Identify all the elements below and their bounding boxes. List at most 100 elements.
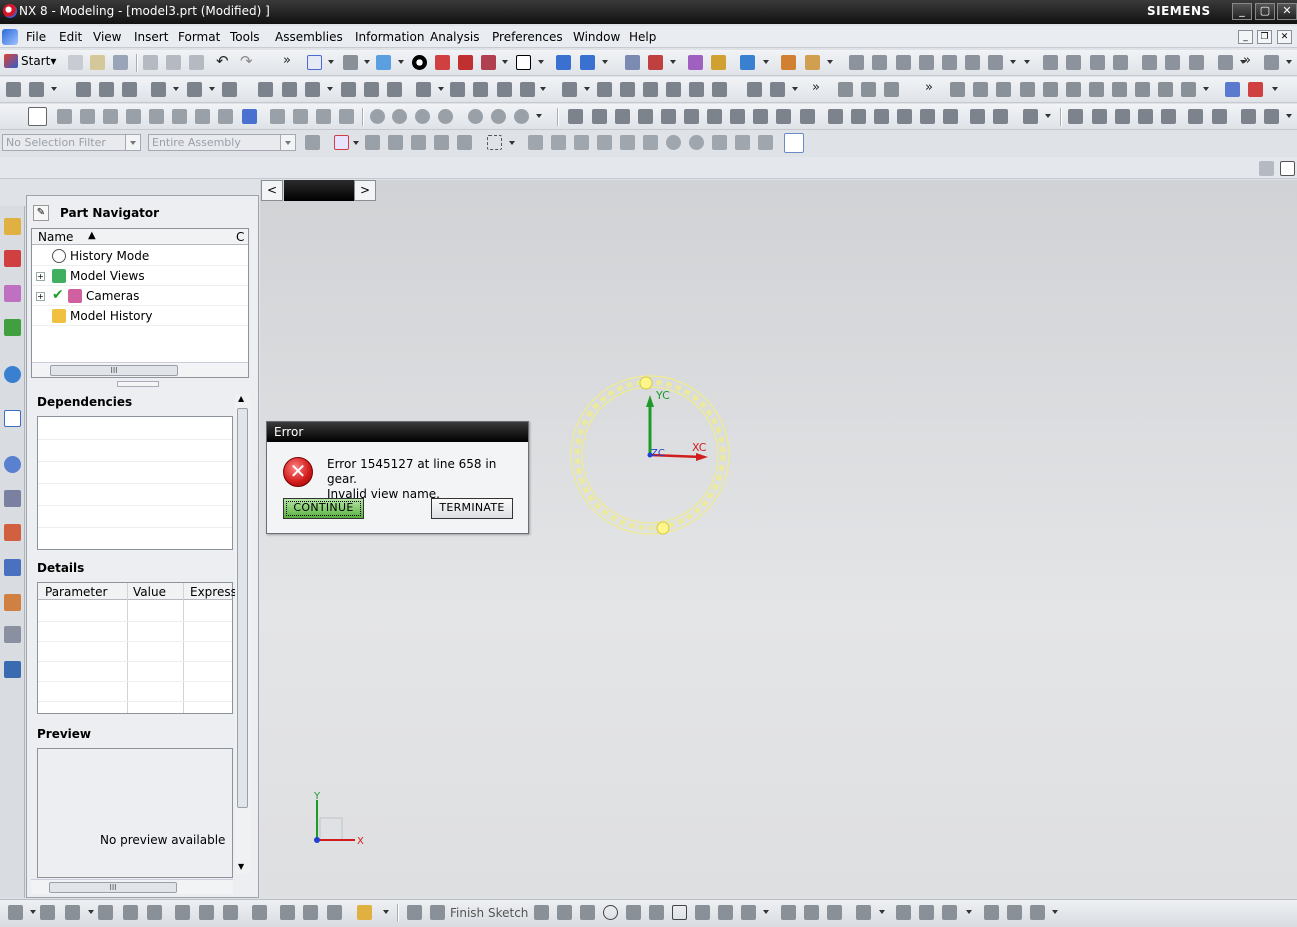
minimize-button[interactable]: _ (1232, 3, 1252, 20)
surface-3-icon[interactable] (896, 55, 911, 70)
section-curve-icon[interactable] (1158, 82, 1173, 97)
point-a-icon[interactable] (370, 109, 385, 124)
dim-h-icon[interactable] (730, 109, 745, 124)
bt-n-icon[interactable] (357, 905, 372, 920)
sel-a-icon[interactable] (365, 135, 380, 150)
save-icon[interactable] (113, 55, 128, 70)
layer-icon[interactable] (516, 55, 531, 70)
point-d-icon[interactable] (438, 109, 453, 124)
sel-d-icon[interactable] (434, 135, 449, 150)
history-icon[interactable] (4, 410, 21, 427)
snap-toggle-icon[interactable] (334, 135, 349, 150)
edit-g-icon[interactable] (195, 109, 210, 124)
curve-c-icon[interactable] (884, 82, 899, 97)
dim-d-icon[interactable] (638, 109, 653, 124)
snap-pole-icon[interactable] (758, 135, 773, 150)
bt-b-icon[interactable] (40, 905, 55, 920)
nx-app-icon[interactable] (3, 4, 17, 18)
snap-arc-center-icon[interactable] (620, 135, 635, 150)
feat-b-icon[interactable] (597, 82, 612, 97)
dim-q-icon[interactable] (943, 109, 958, 124)
tab-next-button[interactable]: > (354, 180, 376, 201)
part-tab[interactable] (284, 180, 354, 201)
column-name[interactable]: Name (38, 230, 73, 244)
sk-line-icon[interactable] (557, 905, 572, 920)
draft-icon[interactable] (282, 82, 297, 97)
line-icon[interactable] (950, 82, 965, 97)
menu-format[interactable]: Format (178, 30, 220, 44)
web-browser-icon[interactable] (4, 366, 21, 383)
edit-b-icon[interactable] (80, 109, 95, 124)
trim-body-icon[interactable] (305, 82, 320, 97)
edit-d-icon[interactable] (126, 109, 141, 124)
sel-c-icon[interactable] (411, 135, 426, 150)
edit-c-icon[interactable] (103, 109, 118, 124)
dim-s-icon[interactable] (993, 109, 1008, 124)
asm-i-icon[interactable] (1264, 109, 1279, 124)
snap-point-on-face-icon[interactable] (712, 135, 727, 150)
column-value[interactable]: Value (133, 585, 166, 599)
profile-icon[interactable] (534, 905, 549, 920)
background-icon[interactable] (412, 55, 427, 70)
ruler-icon[interactable] (781, 55, 796, 70)
feat-g-icon[interactable] (712, 82, 727, 97)
edit-f-icon[interactable] (172, 109, 187, 124)
menu-file[interactable]: File (26, 30, 46, 44)
tree-item-cameras[interactable]: + ✔ Cameras (32, 286, 248, 306)
menu-tools[interactable]: Tools (230, 30, 260, 44)
fit-view-icon[interactable] (307, 55, 322, 70)
sk-arc-icon[interactable] (580, 905, 595, 920)
details-title[interactable]: Details (37, 561, 84, 575)
dim-a-icon[interactable] (568, 109, 583, 124)
feat-c-icon[interactable] (620, 82, 635, 97)
edit-a-icon[interactable] (57, 109, 72, 124)
bt-k-icon[interactable] (280, 905, 295, 920)
curve-b-icon[interactable] (861, 82, 876, 97)
sheet-icon[interactable] (1043, 55, 1058, 70)
snap-mid-icon[interactable] (551, 135, 566, 150)
sketch-2-icon[interactable] (29, 82, 44, 97)
bt-c-icon[interactable] (65, 905, 80, 920)
project-curve-icon[interactable] (1112, 82, 1127, 97)
view-cube-icon[interactable] (784, 133, 804, 153)
dim-c-icon[interactable] (615, 109, 630, 124)
sync-icon[interactable] (416, 82, 431, 97)
hole-icon[interactable] (122, 82, 137, 97)
user-roles-icon[interactable] (4, 594, 21, 611)
feat-f-icon[interactable] (689, 82, 704, 97)
dim-j-icon[interactable] (776, 109, 791, 124)
snap-quadrant-icon[interactable] (643, 135, 658, 150)
system-materials-icon[interactable] (4, 559, 21, 576)
asm-b-icon[interactable] (1092, 109, 1107, 124)
assembly-navigator-icon[interactable] (4, 218, 21, 235)
point-e-icon[interactable] (468, 109, 483, 124)
drafting-icon[interactable] (1218, 55, 1233, 70)
dim-l-icon[interactable] (828, 109, 843, 124)
move-face-icon[interactable] (450, 82, 465, 97)
graphics-window[interactable] (260, 180, 1297, 898)
menu-view[interactable]: View (93, 30, 121, 44)
edit-j-icon[interactable] (270, 109, 285, 124)
checkmark-icon[interactable]: ✔ (52, 287, 64, 303)
bridge-curve-icon[interactable] (1089, 82, 1104, 97)
wcs-dynamics-icon[interactable] (580, 55, 595, 70)
layout-icon[interactable] (1259, 161, 1274, 176)
surface-2-icon[interactable] (872, 55, 887, 70)
section-view-icon[interactable] (481, 55, 496, 70)
bt-l-icon[interactable] (303, 905, 318, 920)
reuse-library-icon[interactable] (4, 319, 21, 336)
feat-h-icon[interactable] (747, 82, 762, 97)
asm-e-icon[interactable] (1161, 109, 1176, 124)
cut-icon[interactable] (143, 55, 158, 70)
assembly-icon[interactable] (1142, 55, 1157, 70)
asm-f-icon[interactable] (1188, 109, 1203, 124)
mdi-restore-button[interactable]: ❐ (1257, 30, 1272, 44)
pin-icon[interactable]: ✎ (33, 205, 49, 221)
sk-dim-3-icon[interactable] (942, 905, 957, 920)
menu-information[interactable]: Information (355, 30, 424, 44)
maximize-button[interactable]: ▢ (1255, 3, 1275, 20)
sk-corner-icon[interactable] (827, 905, 842, 920)
menu-insert[interactable]: Insert (134, 30, 168, 44)
edit-k-icon[interactable] (293, 109, 308, 124)
spline-icon[interactable] (996, 82, 1011, 97)
